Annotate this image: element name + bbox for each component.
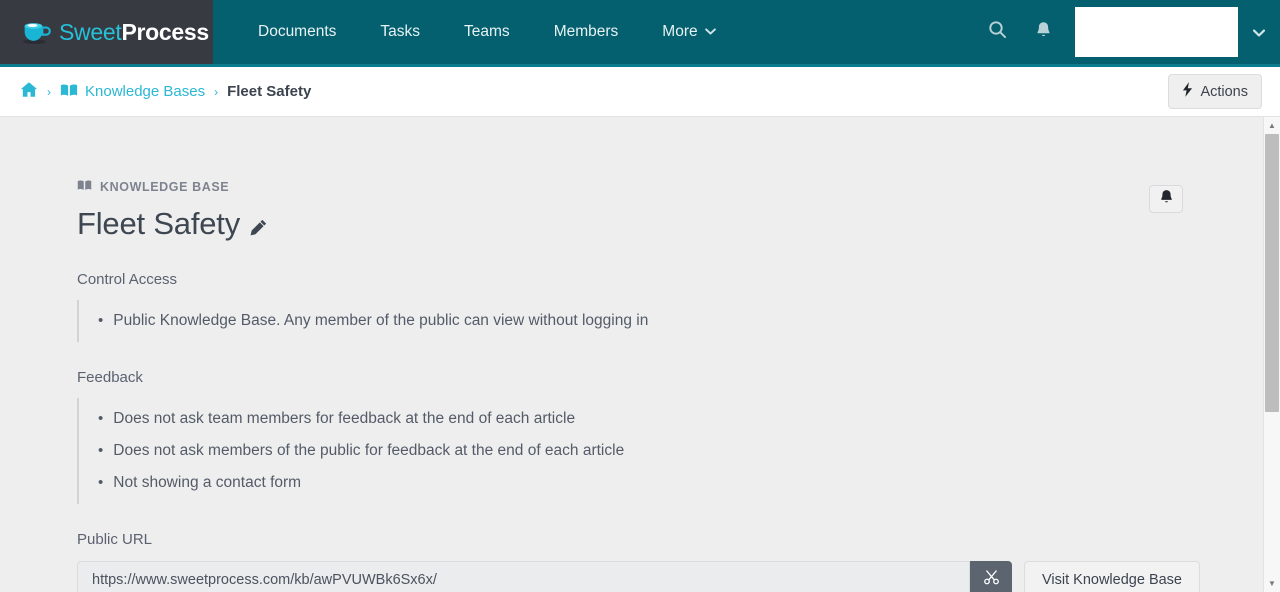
logo-sweet-text: Sweet	[59, 18, 122, 45]
bell-icon	[1159, 189, 1174, 210]
scrollbar-down-arrow[interactable]: ▼	[1264, 575, 1280, 592]
list-item-text: Public Knowledge Base. Any member of the…	[113, 312, 649, 329]
nav-item-teams-label: Teams	[464, 23, 510, 40]
knowledge-base-detail: KNOWLEDGE BASE Fleet Safety Control Acce…	[0, 117, 1280, 592]
search-icon	[988, 20, 1007, 44]
scissors-cut-icon	[983, 570, 999, 590]
feedback-list: • Does not ask team members for feedback…	[77, 398, 1280, 504]
coffee-cup-icon	[22, 17, 52, 47]
notifications-button[interactable]	[1020, 0, 1066, 64]
list-item: • Public Knowledge Base. Any member of t…	[98, 305, 1280, 337]
logo-text: SweetProcess	[59, 18, 209, 45]
actions-button[interactable]: Actions	[1168, 74, 1262, 109]
nav-item-more-label: More	[662, 23, 698, 40]
bullet-icon: •	[98, 474, 104, 491]
breadcrumb-home-link[interactable]	[20, 81, 38, 102]
chevron-down-icon	[704, 26, 716, 38]
breadcrumb-bar: › Knowledge Bases › Fleet Safety Actions	[0, 67, 1280, 117]
user-menu-button[interactable]	[1238, 0, 1280, 64]
page-title: Fleet Safety	[77, 203, 1280, 244]
public-url-label: Public URL	[77, 531, 153, 548]
vertical-scrollbar[interactable]: ▲ ▼	[1263, 117, 1280, 592]
nav-item-members[interactable]: Members	[532, 0, 641, 64]
nav-item-documents[interactable]: Documents	[236, 0, 358, 64]
breadcrumb: › Knowledge Bases › Fleet Safety	[20, 81, 1168, 102]
page-type-text: KNOWLEDGE BASE	[100, 179, 230, 194]
scrollbar-thumb[interactable]	[1265, 134, 1279, 412]
list-item-text: Does not ask members of the public for f…	[113, 442, 625, 459]
nav-item-members-label: Members	[553, 23, 619, 40]
subscribe-button[interactable]	[1149, 185, 1183, 213]
control-access-list: • Public Knowledge Base. Any member of t…	[77, 300, 1280, 342]
pencil-icon	[250, 208, 267, 244]
list-item: • Does not ask team members for feedback…	[98, 403, 1280, 435]
feedback-label: Feedback	[77, 369, 143, 386]
list-item: • Does not ask members of the public for…	[98, 435, 1280, 467]
nav-item-more[interactable]: More	[640, 0, 737, 64]
list-item-text: Does not ask team members for feedback a…	[113, 410, 576, 427]
nav-item-tasks-label: Tasks	[380, 23, 421, 40]
control-access-label: Control Access	[77, 271, 178, 288]
scrollbar-up-arrow[interactable]: ▲	[1264, 117, 1280, 134]
breadcrumb-separator: ›	[47, 84, 51, 99]
nav-item-documents-label: Documents	[258, 23, 337, 40]
scrollbar-track[interactable]	[1264, 134, 1280, 575]
bullet-icon: •	[98, 442, 104, 459]
public-url-row: Visit Knowledge Base	[77, 561, 1280, 592]
list-item-text: Not showing a contact form	[113, 474, 302, 491]
visit-knowledge-base-button[interactable]: Visit Knowledge Base	[1024, 561, 1200, 592]
public-url-input[interactable]	[77, 561, 970, 592]
book-icon	[60, 83, 78, 101]
logo-home-link[interactable]: SweetProcess	[0, 0, 213, 64]
bullet-icon: •	[98, 410, 104, 427]
book-icon	[77, 179, 92, 194]
breadcrumb-knowledge-bases-link[interactable]: Knowledge Bases	[60, 83, 205, 101]
lightning-bolt-icon	[1182, 82, 1193, 101]
main-content-area: KNOWLEDGE BASE Fleet Safety Control Acce…	[0, 117, 1280, 592]
logo-process-text: Process	[121, 18, 209, 45]
edit-title-button[interactable]	[250, 208, 267, 244]
breadcrumb-knowledge-bases-label: Knowledge Bases	[85, 83, 206, 100]
nav-item-tasks[interactable]: Tasks	[358, 0, 442, 64]
breadcrumb-separator-2: ›	[214, 84, 219, 99]
breadcrumb-current-page: Fleet Safety	[227, 83, 312, 100]
page-type-label: KNOWLEDGE BASE	[77, 179, 1280, 194]
page-title-text: Fleet Safety	[77, 205, 241, 241]
search-button[interactable]	[974, 0, 1020, 64]
top-navigation-bar: SweetProcess Documents Tasks Teams Membe…	[0, 0, 1280, 67]
main-nav-items: Documents Tasks Teams Members More	[213, 0, 974, 64]
user-avatar[interactable]	[1075, 7, 1238, 57]
chevron-down-icon	[1252, 25, 1266, 40]
nav-item-teams[interactable]: Teams	[442, 0, 532, 64]
copy-url-button[interactable]	[970, 561, 1012, 592]
home-icon	[20, 81, 38, 102]
nav-right-group	[974, 0, 1280, 64]
list-item: • Not showing a contact form	[98, 467, 1280, 499]
bullet-icon: •	[98, 312, 104, 329]
notification-bell-icon	[1035, 21, 1052, 44]
actions-button-label: Actions	[1200, 83, 1248, 100]
